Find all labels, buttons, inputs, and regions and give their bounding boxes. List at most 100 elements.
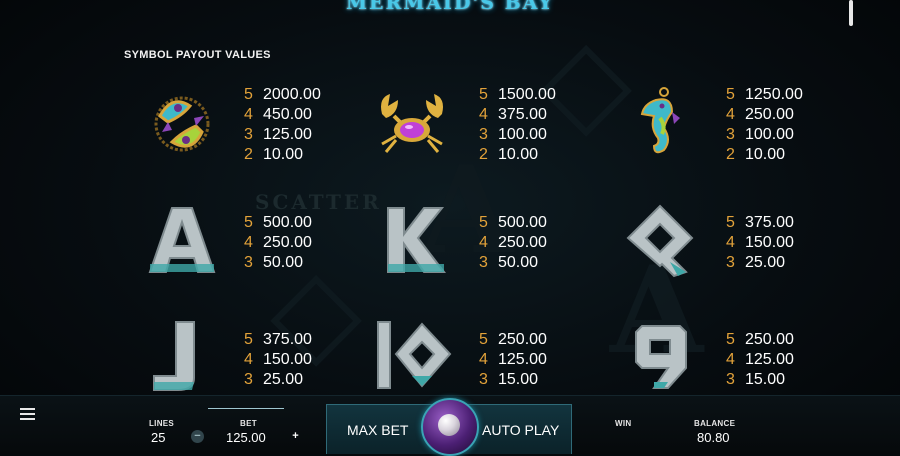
payout-row: 2 10.00 <box>479 145 556 165</box>
payout-value: 10.00 <box>745 146 786 163</box>
payout-count: 4 <box>726 234 735 251</box>
paytable-crab: 5 1500.00 4 375.00 3 100.00 2 10.00 <box>479 85 556 165</box>
payout-value: 500.00 <box>498 214 547 231</box>
background-scatter-text: SCATTER <box>255 190 382 214</box>
pearl-spin-icon <box>438 414 460 436</box>
payout-row: 3 125.00 <box>244 125 321 145</box>
payout-value: 100.00 <box>745 126 794 143</box>
payout-value: 50.00 <box>263 254 304 271</box>
letter-k-icon <box>387 207 447 273</box>
bet-decrease-button[interactable]: − <box>191 430 204 443</box>
payout-value: 125.00 <box>498 351 547 368</box>
fish-icon <box>154 96 210 152</box>
payout-value: 25.00 <box>263 371 304 388</box>
bet-increase-button[interactable]: + <box>289 430 302 443</box>
payout-row: 4 150.00 <box>244 350 312 370</box>
payout-count: 3 <box>479 126 488 143</box>
spin-button[interactable] <box>421 398 479 456</box>
payout-count: 3 <box>479 371 488 388</box>
payout-row: 3 25.00 <box>726 253 794 273</box>
payout-value: 25.00 <box>745 254 786 271</box>
paytable-k: 5 500.00 4 250.00 3 50.00 <box>479 213 547 273</box>
paytable-fish: 5 2000.00 4 450.00 3 125.00 2 10.00 <box>244 85 321 165</box>
payout-count: 5 <box>244 86 253 103</box>
payout-row: 3 15.00 <box>726 370 794 390</box>
scrollbar-thumb[interactable] <box>849 0 853 26</box>
payout-value: 10.00 <box>263 146 304 163</box>
payout-row: 2 10.00 <box>726 145 803 165</box>
payout-row: 5 500.00 <box>244 213 312 233</box>
payout-count: 4 <box>726 106 735 123</box>
payout-row: 5 250.00 <box>479 330 547 350</box>
payout-value: 250.00 <box>745 331 794 348</box>
bet-value: 125.00 <box>226 430 266 445</box>
payout-count: 3 <box>726 254 735 271</box>
payout-value: 375.00 <box>745 214 794 231</box>
payout-value: 150.00 <box>263 351 312 368</box>
payout-count: 5 <box>726 86 735 103</box>
payout-value: 100.00 <box>498 126 547 143</box>
payout-count: 4 <box>244 351 253 368</box>
lines-value: 25 <box>151 430 166 445</box>
auto-play-button[interactable]: AUTO PLAY <box>482 422 559 438</box>
letter-j-icon <box>153 321 195 391</box>
paytable-q: 5 375.00 4 150.00 3 25.00 <box>726 213 794 273</box>
payout-value: 450.00 <box>263 106 312 123</box>
payout-value: 15.00 <box>498 371 539 388</box>
payout-value: 125.00 <box>745 351 794 368</box>
payout-row: 3 15.00 <box>479 370 547 390</box>
payout-count: 5 <box>244 214 253 231</box>
payout-row: 4 450.00 <box>244 105 321 125</box>
payout-row: 4 125.00 <box>479 350 547 370</box>
payout-row: 4 250.00 <box>726 105 803 125</box>
payout-row: 3 100.00 <box>479 125 556 145</box>
payout-row: 5 1250.00 <box>726 85 803 105</box>
payout-count: 5 <box>726 214 735 231</box>
lines-label: LINES <box>149 419 175 428</box>
payout-value: 250.00 <box>263 234 312 251</box>
bet-label: BET <box>240 419 257 428</box>
payout-value: 375.00 <box>498 106 547 123</box>
letter-q-icon <box>626 204 694 278</box>
payout-value: 250.00 <box>498 234 547 251</box>
payout-row: 4 250.00 <box>479 233 547 253</box>
payout-value: 150.00 <box>745 234 794 251</box>
payout-row: 5 375.00 <box>726 213 794 233</box>
payout-row: 5 375.00 <box>244 330 312 350</box>
payout-value: 1500.00 <box>498 86 556 103</box>
seahorse-icon <box>640 87 680 154</box>
payout-value: 125.00 <box>263 126 312 143</box>
paytable-seahorse: 5 1250.00 4 250.00 3 100.00 2 10.00 <box>726 85 803 165</box>
paytable-j: 5 375.00 4 150.00 3 25.00 <box>244 330 312 390</box>
payout-count: 2 <box>244 146 253 163</box>
max-bet-button[interactable]: MAX BET <box>347 422 408 438</box>
balance-label: BALANCE <box>694 419 736 428</box>
payout-value: 250.00 <box>498 331 547 348</box>
payout-row: 4 125.00 <box>726 350 794 370</box>
payout-count: 4 <box>479 351 488 368</box>
payout-value: 10.00 <box>498 146 539 163</box>
payout-row: 4 375.00 <box>479 105 556 125</box>
payout-count: 5 <box>244 331 253 348</box>
paytable-10: 5 250.00 4 125.00 3 15.00 <box>479 330 547 390</box>
payout-row: 4 150.00 <box>726 233 794 253</box>
bet-underline <box>208 408 284 409</box>
payout-row: 3 25.00 <box>244 370 312 390</box>
paytable-9: 5 250.00 4 125.00 3 15.00 <box>726 330 794 390</box>
payout-value: 2000.00 <box>263 86 321 103</box>
payout-row: 4 250.00 <box>244 233 312 253</box>
payout-count: 2 <box>726 146 735 163</box>
hamburger-menu-icon[interactable] <box>20 408 35 420</box>
payout-value: 250.00 <box>745 106 794 123</box>
payout-count: 3 <box>244 371 253 388</box>
payout-count: 5 <box>479 86 488 103</box>
payout-count: 4 <box>479 106 488 123</box>
payout-count: 4 <box>726 351 735 368</box>
section-title: SYMBOL PAYOUT VALUES <box>124 49 271 61</box>
payout-count: 3 <box>726 371 735 388</box>
letter-a-icon <box>148 207 216 273</box>
payout-value: 500.00 <box>263 214 312 231</box>
number-10-icon <box>377 321 452 389</box>
payout-value: 15.00 <box>745 371 786 388</box>
balance-value: 80.80 <box>697 430 730 445</box>
